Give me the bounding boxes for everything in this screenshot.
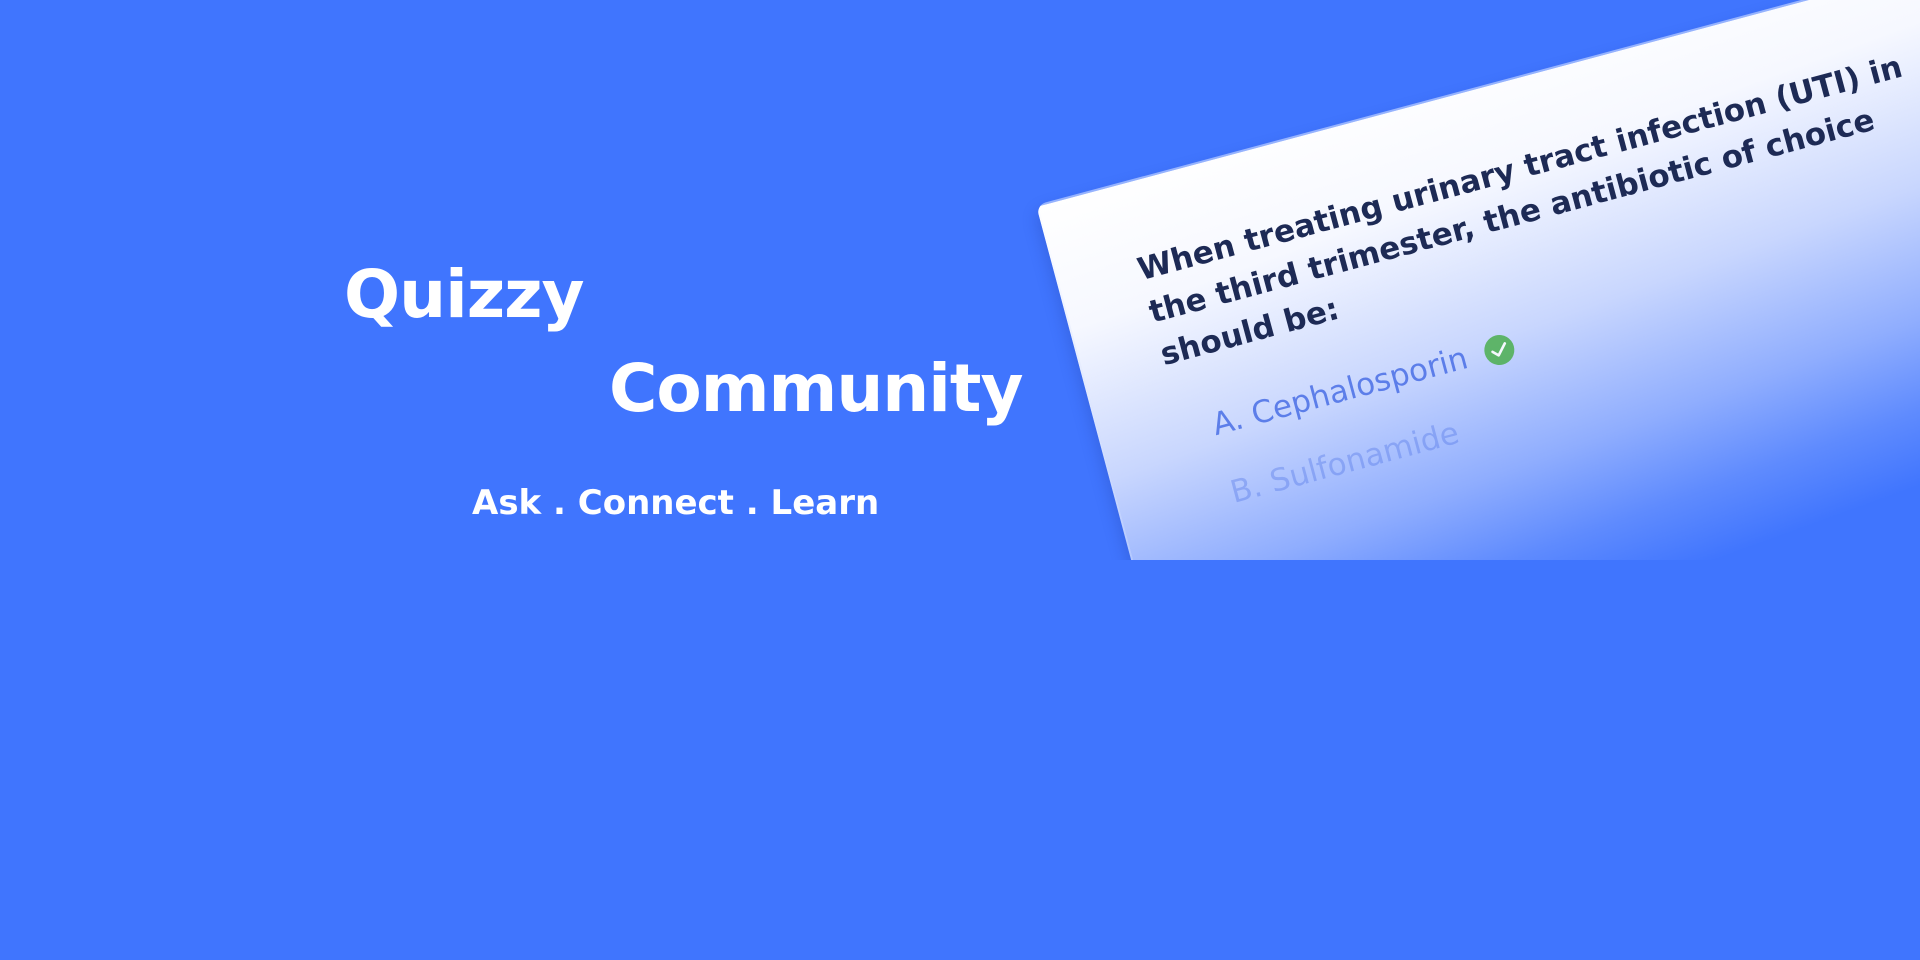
quiz-card: When treating urinary tract infection (U… <box>1036 0 1920 560</box>
check-circle-icon <box>1480 331 1518 368</box>
quiz-option-b-label: B. Sulfonamide <box>1226 415 1463 511</box>
quiz-option-b: B. Sulfonamide <box>1226 415 1463 511</box>
quiz-card-viewport: When treating urinary tract infection (U… <box>0 0 1920 560</box>
quiz-question: When treating urinary tract infection (U… <box>1133 48 1907 374</box>
